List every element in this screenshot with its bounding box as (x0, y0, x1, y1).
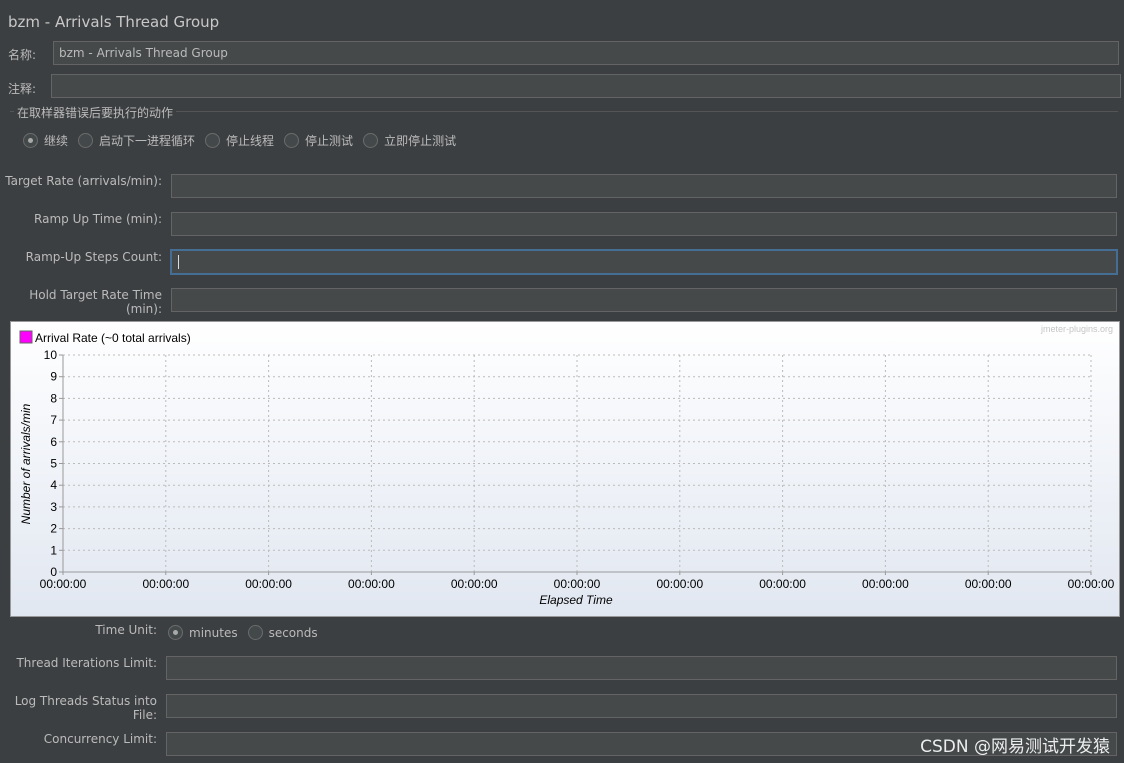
radio-label: 停止测试 (305, 134, 354, 148)
legend-label: Arrival Rate (~0 total arrivals) (35, 331, 191, 345)
time-unit-label: Time Unit: (95, 623, 157, 637)
radio-selected-icon (168, 625, 183, 640)
radio-stop-test[interactable]: 停止测试 (284, 132, 353, 149)
iterations-limit-input[interactable] (166, 656, 1117, 680)
y-tick-label: 9 (50, 370, 57, 384)
x-tick-label: 00:00:00 (142, 577, 189, 591)
radio-label: minutes (189, 625, 238, 640)
y-tick-label: 1 (50, 543, 57, 557)
ramp-up-steps-label: Ramp-Up Steps Count: (25, 250, 162, 264)
radio-label: 立即停止测试 (384, 134, 457, 148)
radio-selected-icon (23, 133, 38, 148)
hold-rate-label: Hold Target Rate Time (min): (29, 288, 162, 316)
x-tick-label: 00:00:00 (451, 577, 498, 591)
x-tick-label: 00:00:00 (245, 577, 292, 591)
radio-continue[interactable]: 继续 (23, 132, 68, 149)
panel-title: bzm - Arrivals Thread Group (8, 13, 220, 31)
hold-rate-input[interactable] (171, 288, 1117, 312)
x-tick-label: 00:00:00 (965, 577, 1012, 591)
on-error-legend: 在取样器错误后要执行的动作 (14, 104, 177, 121)
y-tick-label: 7 (50, 413, 57, 427)
x-axis-label: Elapsed Time (539, 593, 613, 607)
radio-stop-thread[interactable]: 停止线程 (205, 132, 274, 149)
y-tick-label: 3 (50, 500, 57, 514)
chart-svg: Arrival Rate (~0 total arrivals) jmeter-… (19, 324, 1115, 607)
arrival-rate-chart: Arrival Rate (~0 total arrivals) jmeter-… (10, 321, 1120, 617)
y-tick-label: 8 (50, 391, 57, 405)
comment-input[interactable] (51, 74, 1121, 98)
radio-icon (284, 133, 300, 148)
radio-icon (205, 133, 221, 148)
ramp-up-time-input[interactable] (171, 212, 1117, 236)
radio-icon (363, 133, 379, 148)
text-cursor (178, 255, 183, 269)
concurrency-limit-label: Concurrency Limit: (43, 732, 157, 746)
y-tick-label: 10 (44, 348, 58, 362)
comment-label: 注释: (8, 82, 37, 96)
radio-icon (247, 625, 263, 640)
radio-icon (78, 133, 94, 148)
radio-stop-test-now[interactable]: 立即停止测试 (363, 132, 456, 149)
target-rate-label: Target Rate (arrivals/min): (5, 174, 162, 188)
x-tick-label: 00:00:00 (554, 577, 601, 591)
x-tick-label: 00:00:00 (656, 577, 703, 591)
legend-swatch (19, 330, 33, 344)
radio-label: 停止线程 (226, 134, 275, 148)
csdn-watermark: CSDN @网易测试开发猿 (920, 737, 1110, 757)
x-tick-label: 00:00:00 (1068, 577, 1115, 591)
ramp-up-time-label: Ramp Up Time (min): (34, 212, 162, 226)
radio-seconds[interactable]: seconds (247, 625, 318, 640)
radio-label: seconds (268, 625, 318, 640)
name-input[interactable]: bzm - Arrivals Thread Group (53, 41, 1119, 65)
log-threads-label: Log Threads Status into File: (14, 694, 157, 722)
log-threads-input[interactable] (166, 694, 1117, 718)
x-tick-label: 00:00:00 (759, 577, 806, 591)
radio-start-next-loop[interactable]: 启动下一进程循环 (78, 132, 195, 149)
y-tick-label: 2 (50, 522, 57, 536)
time-unit-radio-group: minutes seconds (168, 625, 328, 640)
iterations-limit-label: Thread Iterations Limit: (16, 656, 157, 670)
y-tick-label: 5 (50, 457, 57, 471)
y-axis-label: Number of arrivals/min (19, 403, 33, 524)
x-tick-label: 00:00:00 (40, 577, 87, 591)
ramp-up-steps-input[interactable] (170, 249, 1118, 275)
radio-label: 继续 (44, 134, 69, 148)
y-tick-label: 4 (50, 478, 57, 492)
y-tick-label: 6 (50, 435, 57, 449)
chart-watermark: jmeter-plugins.org (1040, 324, 1113, 334)
target-rate-input[interactable] (171, 174, 1117, 198)
name-label: 名称: (8, 48, 37, 62)
on-error-divider (10, 111, 1118, 112)
radio-label: 启动下一进程循环 (99, 134, 196, 148)
x-tick-label: 00:00:00 (862, 577, 909, 591)
on-error-radio-group: 继续 启动下一进程循环 停止线程 停止测试 立即停止测试 (23, 132, 466, 149)
radio-minutes[interactable]: minutes (168, 625, 238, 640)
x-tick-label: 00:00:00 (348, 577, 395, 591)
